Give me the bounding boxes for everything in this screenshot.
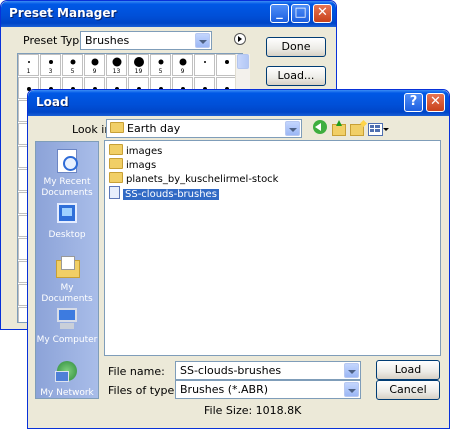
file-size-text: File Size: 1018.8K [204,404,302,417]
recent-documents-icon [54,148,80,174]
place-my-recent-documents[interactable]: My Recent Documents [36,148,98,199]
brush-tip-preview [27,61,30,63]
preset-type-select[interactable]: Brushes [80,31,212,50]
file-name-value: SS-clouds-brushes [180,364,282,377]
folder-icon [109,144,123,155]
brush-preset-cell[interactable]: 5 [62,54,83,76]
brush-tip-preview [158,59,163,65]
file-name-label: File name: [108,365,165,378]
preset-load-button[interactable]: Load... [266,66,326,86]
load-dialog: Load ? ✕ Look in: Earth day My Recent Do… [27,89,450,429]
chevron-down-icon [195,33,210,48]
brush-preset-cell[interactable]: 9 [172,54,193,76]
my-computer-icon [54,306,80,332]
maximize-icon[interactable]: □ [291,4,310,23]
brush-preset-cell[interactable] [216,54,237,76]
view-menu-icon[interactable] [368,120,389,136]
brush-tip-preview [112,57,121,67]
chevron-down-icon [344,382,359,397]
preset-manager-title: Preset Manager [9,6,117,20]
place-my-computer[interactable]: My Computer [36,306,98,346]
look-in-select[interactable]: Earth day [106,119,302,138]
chevron-down-icon [344,363,359,378]
list-item-selected[interactable]: SS-clouds-brushes [109,186,219,200]
brush-preset-cell[interactable]: 13 [106,54,127,76]
cancel-button[interactable]: Cancel [376,380,440,400]
folder-icon [109,158,123,169]
brush-size-label: 5 [70,68,75,75]
brush-tip-preview [224,60,229,64]
load-dialog-titlebar[interactable]: Load ? ✕ [28,90,449,116]
done-button[interactable]: Done [266,37,326,57]
place-my-network[interactable]: My Network [36,359,98,399]
file-list[interactable]: images imags planets_by_kuschelirmel-sto… [104,140,441,356]
brush-preset-cell[interactable]: 3 [40,54,61,76]
my-network-icon [54,359,80,385]
place-label: My Recent Documents [41,177,93,198]
place-label: My Documents [41,283,93,304]
brush-size-label: 13 [112,68,121,75]
brush-preset-cell[interactable] [194,54,215,76]
brush-tip-preview [203,61,206,63]
load-dialog-title: Load [36,95,69,109]
look-in-value: Earth day [127,122,181,135]
desktop-icon [54,201,80,227]
minimize-icon[interactable]: _ [270,4,289,23]
brush-preset-cell[interactable]: 19 [128,54,149,76]
brush-file-icon [109,186,120,199]
place-label: Desktop [48,230,86,240]
palette-menu-icon[interactable] [234,33,246,45]
brush-preset-cell[interactable]: 9 [84,54,105,76]
brush-tip-preview [133,57,144,67]
brush-size-label: 9 [180,68,185,75]
place-desktop[interactable]: Desktop [36,201,98,241]
close-icon[interactable]: ✕ [313,4,332,23]
brush-size-label: 19 [134,68,143,75]
chevron-down-icon [285,121,300,136]
places-bar: My Recent Documents Desktop My Documents… [35,141,99,399]
back-icon[interactable] [313,120,327,136]
files-of-type-select[interactable]: Brushes (*.ABR) [175,380,361,399]
new-folder-icon[interactable] [350,119,368,136]
brush-tip-preview [48,60,53,64]
brush-size-label: 1 [26,68,31,75]
folder-icon [109,172,123,183]
scroll-up-icon[interactable] [237,54,249,69]
brush-tip-preview [179,58,186,66]
list-item[interactable]: images [109,144,162,157]
help-icon[interactable]: ? [404,93,423,112]
my-documents-icon [54,254,80,280]
place-label: My Computer [36,335,98,345]
place-my-documents[interactable]: My Documents [36,254,98,305]
brush-preset-cell[interactable]: 1 [18,54,39,76]
brush-tip-preview [91,58,98,66]
preset-manager-titlebar[interactable]: Preset Manager _ □ ✕ [1,1,336,27]
list-item[interactable]: planets_by_kuschelirmel-stock [109,172,278,185]
files-of-type-label: Files of type: [108,384,179,397]
brush-size-label: 5 [158,68,163,75]
preset-type-value: Brushes [85,34,130,47]
brush-tip-preview [70,59,75,65]
brush-size-label: 9 [92,68,97,75]
place-label: My Network [40,388,94,398]
close-icon[interactable]: ✕ [426,93,445,112]
folder-icon [110,122,124,133]
brush-size-label: 3 [48,68,53,75]
file-name-input[interactable]: SS-clouds-brushes [175,361,361,380]
up-folder-icon[interactable] [332,120,346,136]
load-button[interactable]: Load [376,360,440,380]
files-of-type-value: Brushes (*.ABR) [180,383,269,396]
brush-preset-cell[interactable]: 5 [150,54,171,76]
list-item[interactable]: imags [109,158,156,171]
